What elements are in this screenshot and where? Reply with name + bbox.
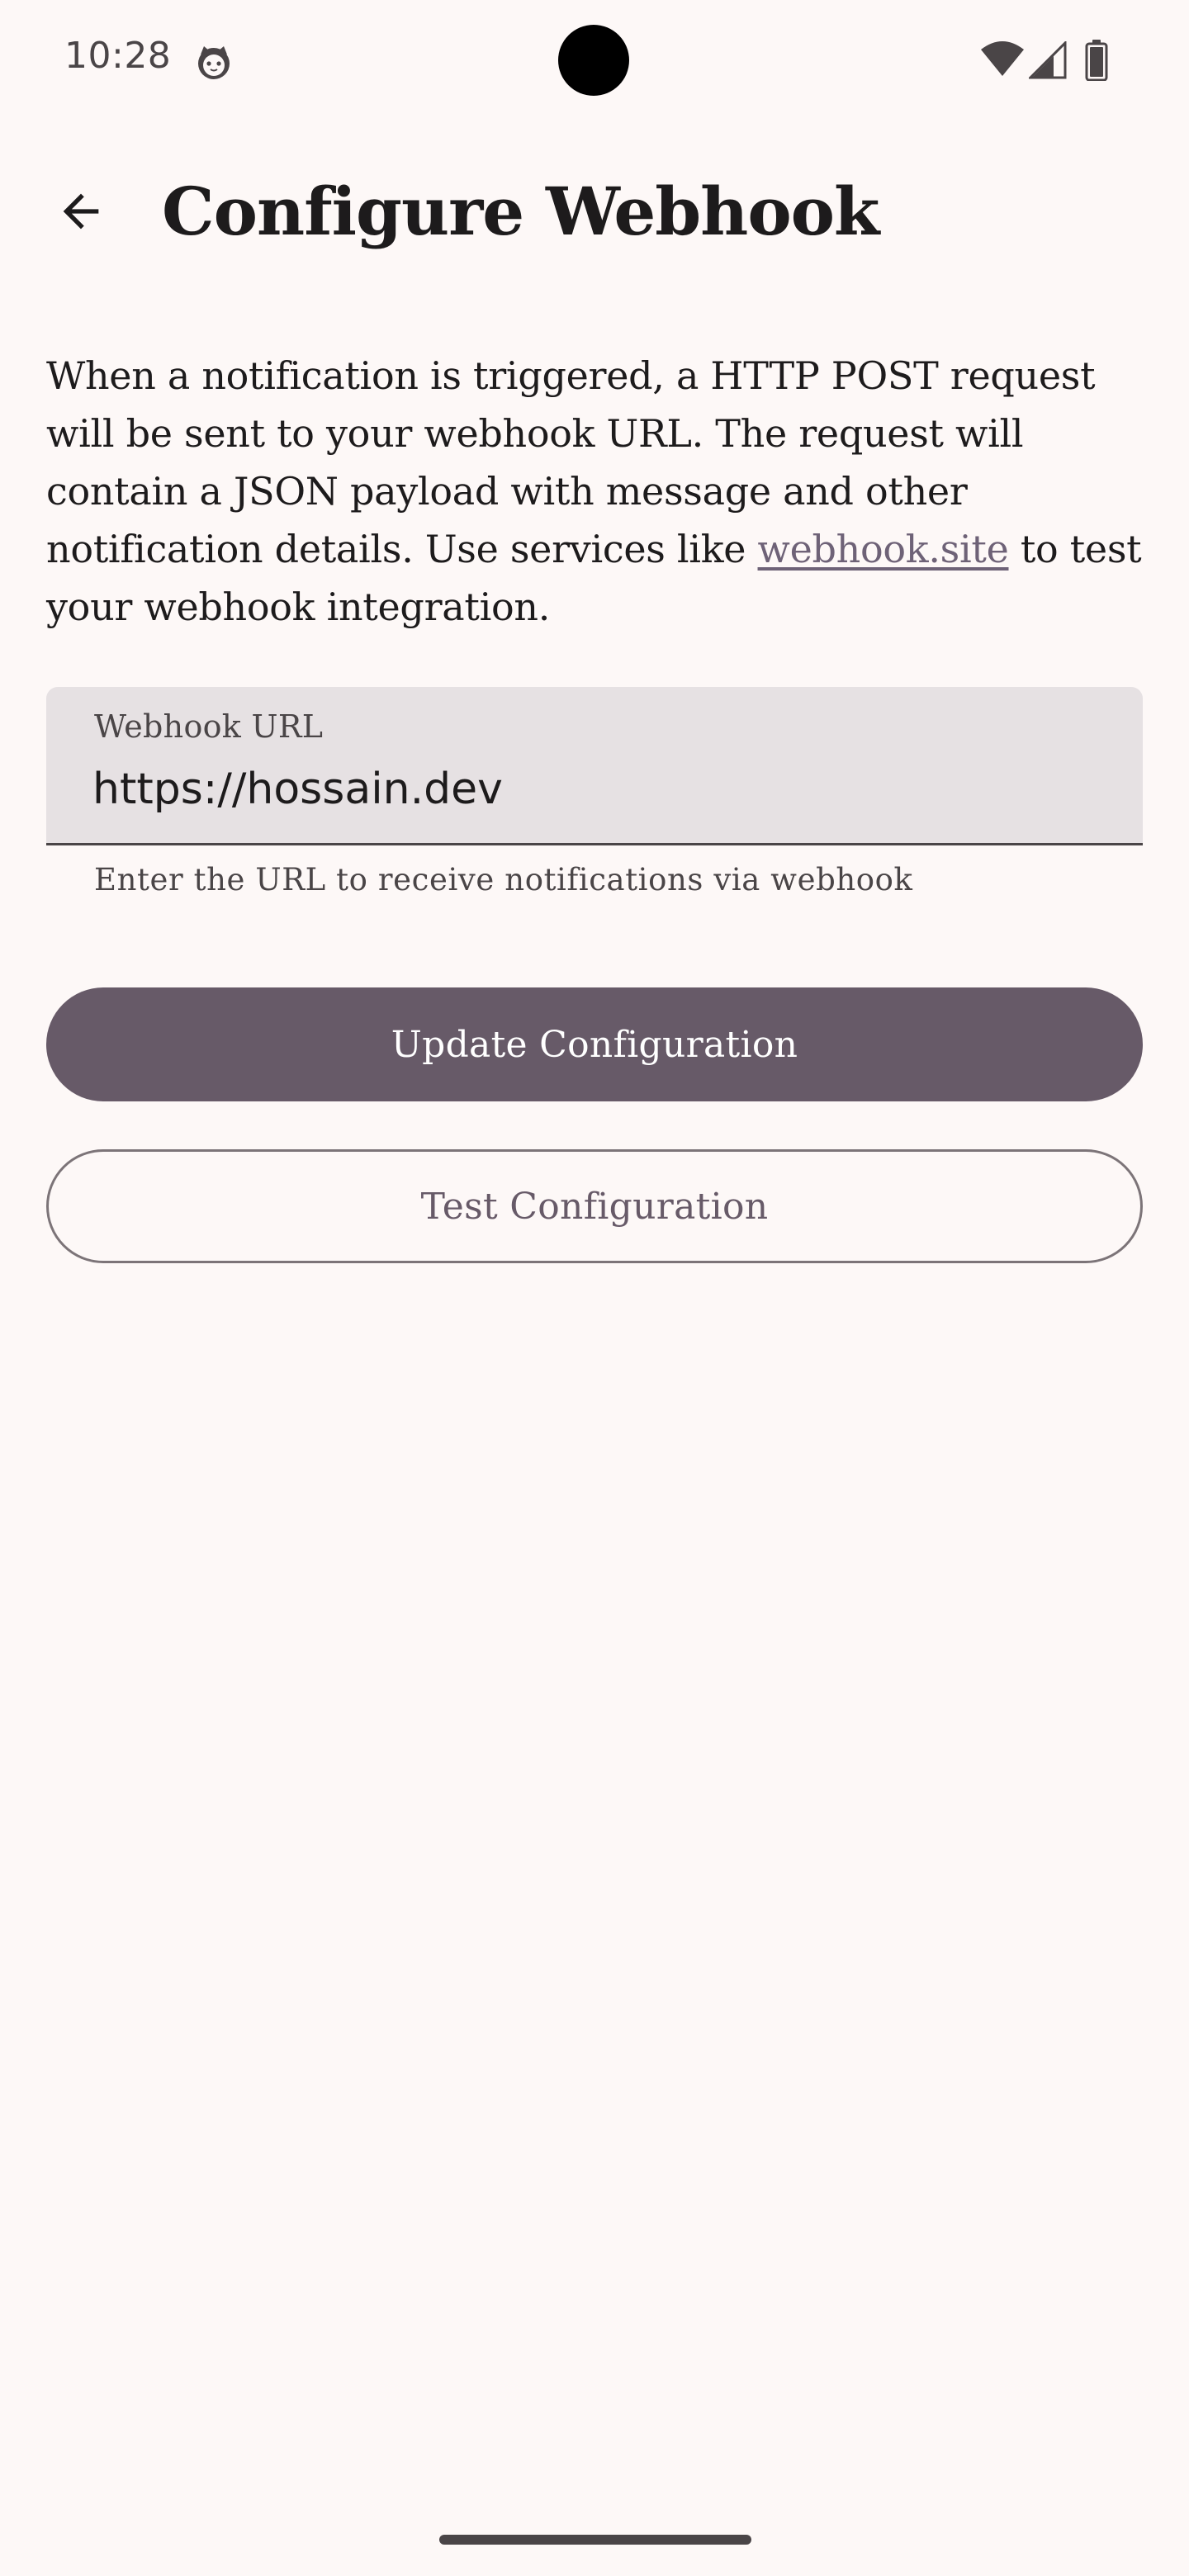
wifi-icon <box>981 41 1024 78</box>
webhook-url-field[interactable]: Webhook URL <box>46 687 1143 845</box>
webhook-site-link[interactable]: webhook.site <box>758 527 1009 571</box>
description-text: When a notification is triggered, a HTTP… <box>46 347 1153 636</box>
webhook-url-label: Webhook URL <box>94 708 324 745</box>
cat-face-icon <box>195 43 233 81</box>
webhook-url-supporting-text: Enter the URL to receive notifications v… <box>94 862 913 897</box>
camera-cutout <box>558 25 629 96</box>
status-time: 10:28 <box>64 35 172 77</box>
webhook-url-input[interactable] <box>92 760 1092 819</box>
back-button[interactable] <box>41 173 121 253</box>
cellular-signal-icon <box>1027 40 1067 79</box>
test-configuration-button[interactable]: Test Configuration <box>46 1149 1143 1263</box>
battery-icon <box>1085 40 1108 82</box>
update-configuration-button[interactable]: Update Configuration <box>46 987 1143 1101</box>
gesture-navigation-bar[interactable] <box>439 2535 751 2545</box>
status-bar: 10:28 <box>0 0 1189 122</box>
arrow-back-icon <box>54 185 107 241</box>
page-title: Configure Webhook <box>162 173 879 250</box>
